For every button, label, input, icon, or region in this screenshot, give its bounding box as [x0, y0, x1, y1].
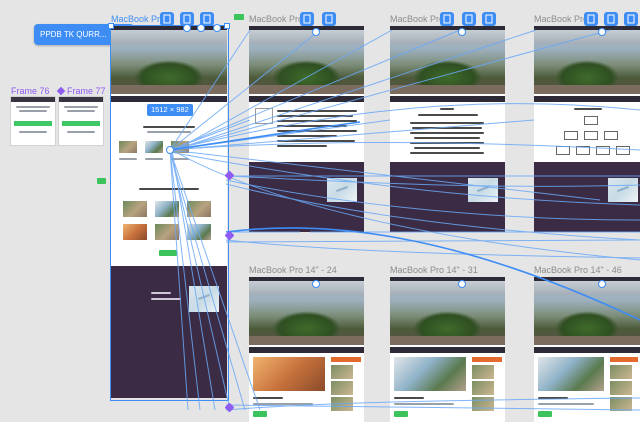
connection-node[interactable]	[312, 28, 320, 36]
connection-node[interactable]	[458, 28, 466, 36]
connection-node[interactable]	[458, 280, 466, 288]
connection-node[interactable]	[183, 24, 191, 32]
connection-node[interactable]	[598, 28, 606, 36]
connection-node[interactable]	[312, 280, 320, 288]
prototype-connections	[169, 29, 640, 411]
design-canvas[interactable]: PPDB TK QURR... Frame 76 Frame 77 MacBoo…	[0, 0, 640, 422]
connection-node[interactable]	[166, 146, 174, 154]
connection-node[interactable]	[598, 280, 606, 288]
connection-node[interactable]	[197, 24, 205, 32]
connection-node[interactable]	[213, 24, 221, 32]
